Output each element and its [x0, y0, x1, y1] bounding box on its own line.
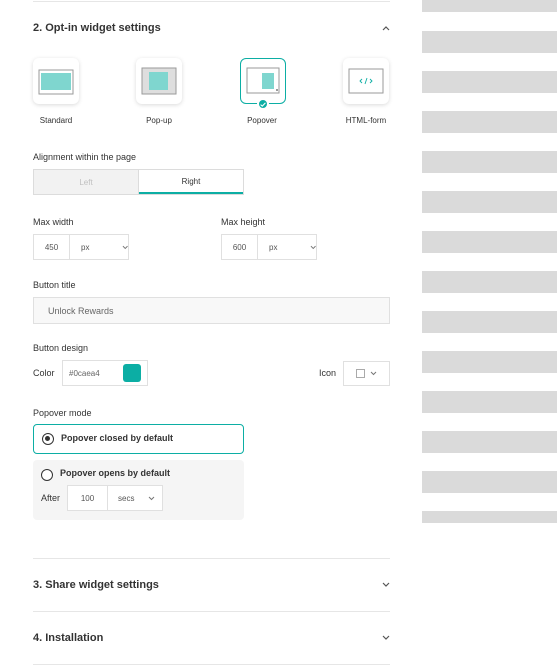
- preview-placeholder: [422, 0, 557, 665]
- popover-layout-icon: [246, 67, 280, 94]
- placeholder-stripe: [422, 151, 557, 173]
- popover-opens-label[interactable]: Popover opens by default: [60, 468, 170, 478]
- popover-mode-label: Popover mode: [33, 408, 92, 418]
- after-delay-value[interactable]: 100: [68, 486, 108, 510]
- chevron-down-icon[interactable]: [310, 245, 316, 250]
- standard-card[interactable]: [33, 58, 79, 104]
- section-2-title[interactable]: 2. Opt-in widget settings: [33, 22, 161, 34]
- chevron-down-icon[interactable]: [122, 245, 128, 250]
- color-label: Color: [33, 368, 55, 378]
- code-icon: [348, 68, 384, 94]
- chevron-up-icon[interactable]: [380, 22, 392, 34]
- placeholder-stripe: [422, 351, 557, 373]
- widget-type-label: Pop-up: [146, 116, 172, 125]
- max-width-input[interactable]: 450 px: [33, 234, 129, 260]
- max-height-unit[interactable]: px: [258, 243, 310, 252]
- chevron-down-icon[interactable]: [370, 371, 377, 376]
- after-delay-unit[interactable]: secs: [108, 494, 148, 503]
- chevron-down-icon[interactable]: [380, 632, 392, 644]
- color-swatch[interactable]: [123, 364, 141, 382]
- popup-card[interactable]: [136, 58, 182, 104]
- placeholder-stripe: [422, 31, 557, 53]
- standard-layout-icon: [38, 69, 74, 95]
- selected-check-icon: [257, 98, 269, 110]
- color-picker[interactable]: #0caea4: [62, 360, 148, 386]
- html-form-card[interactable]: [343, 58, 389, 104]
- widget-type-selector: Standard Pop-up Popover HTML-form: [33, 58, 393, 128]
- max-width-label: Max width: [33, 217, 74, 227]
- icon-select[interactable]: [343, 361, 390, 386]
- placeholder-stripe: [422, 311, 557, 333]
- after-label: After: [41, 493, 61, 503]
- placeholder-stripe: [422, 391, 557, 413]
- placeholder-stripe: [422, 111, 557, 133]
- after-delay-input[interactable]: 100 secs: [67, 485, 163, 511]
- divider: [33, 558, 390, 559]
- button-design-label: Button design: [33, 343, 89, 353]
- widget-type-label: Popover: [247, 116, 277, 125]
- color-hex-value[interactable]: #0caea4: [69, 369, 100, 378]
- max-width-unit[interactable]: px: [70, 243, 122, 252]
- button-title-label: Button title: [33, 280, 76, 290]
- section-3-title[interactable]: 3. Share widget settings: [33, 579, 159, 591]
- section-4-title[interactable]: 4. Installation: [33, 632, 103, 644]
- chevron-down-icon[interactable]: [380, 579, 392, 591]
- popover-opens-option[interactable]: Popover opens by default After 100 secs: [33, 460, 244, 520]
- popover-card[interactable]: [240, 58, 286, 110]
- empty-icon-placeholder: [356, 369, 365, 378]
- max-width-value[interactable]: 450: [34, 235, 71, 259]
- placeholder-stripe: [422, 231, 557, 253]
- max-height-label: Max height: [221, 217, 266, 227]
- radio-button[interactable]: [41, 469, 53, 481]
- divider: [33, 611, 390, 612]
- placeholder-stripe: [422, 0, 557, 12]
- icon-label: Icon: [319, 368, 337, 378]
- placeholder-stripe: [422, 271, 557, 293]
- popover-closed-option[interactable]: Popover closed by default: [33, 424, 244, 454]
- button-title-input[interactable]: Unlock Rewards: [33, 297, 390, 324]
- widget-type-label: Standard: [39, 116, 73, 125]
- max-height-input[interactable]: 600 px: [221, 234, 317, 260]
- alignment-toggle: Left Right: [33, 169, 244, 195]
- radio-button[interactable]: [42, 433, 54, 445]
- popover-closed-label[interactable]: Popover closed by default: [61, 433, 173, 443]
- divider: [33, 1, 390, 2]
- chevron-down-icon[interactable]: [148, 496, 155, 501]
- popup-layout-icon: [141, 67, 177, 95]
- placeholder-stripe: [422, 71, 557, 93]
- placeholder-stripe: [422, 191, 557, 213]
- placeholder-stripe: [422, 471, 557, 493]
- align-left-option[interactable]: Left: [34, 170, 139, 194]
- placeholder-stripe: [422, 431, 557, 453]
- widget-type-label: HTML-form: [345, 116, 387, 125]
- alignment-label: Alignment within the page: [33, 152, 137, 162]
- placeholder-stripe: [422, 511, 557, 523]
- max-height-value[interactable]: 600: [222, 235, 259, 259]
- align-right-option[interactable]: Right: [139, 170, 243, 194]
